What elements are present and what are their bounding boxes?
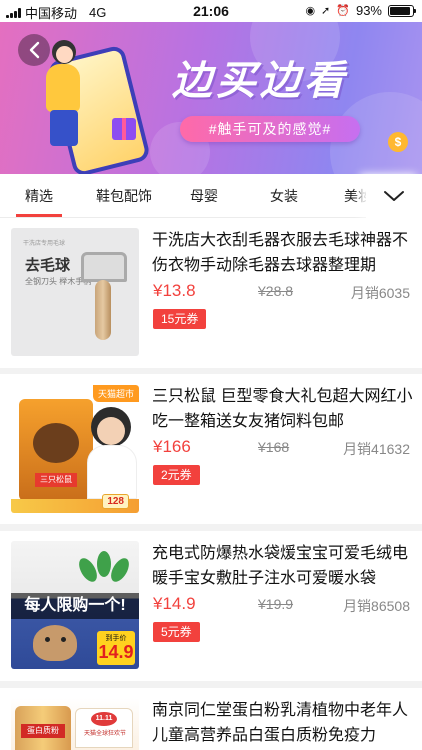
product-image[interactable]: 三只松鼠 天猫超市 128	[11, 385, 139, 513]
back-arrow-icon	[29, 41, 40, 59]
monthly-sales: 月销86508	[343, 598, 410, 614]
product-title[interactable]: 充电式防爆热水袋煖宝宝可爱毛绒电暖手宝女敷肚子注水可爱暖水袋	[152, 541, 414, 591]
tab-jingxuan[interactable]: 精选	[16, 174, 62, 218]
gift-box-icon	[112, 118, 136, 140]
monthly-sales: 月销41632	[343, 441, 410, 457]
tab-shoes-bags[interactable]: 鞋包配饰	[92, 174, 156, 218]
product-title[interactable]: 干洗店大衣刮毛器衣服去毛球神器不伤衣物手动除毛器去球器整理期	[152, 228, 414, 278]
squirrel-mascot	[33, 423, 79, 463]
bag-label: 三只松鼠	[35, 473, 77, 487]
product-image[interactable]: 干洗店专用毛球 去毛球 全钢刀头 榉木手柄	[11, 228, 139, 356]
product-image[interactable]: 每人限购一个! 到手价 14.9	[11, 541, 139, 669]
battery-level	[390, 6, 411, 15]
product-card[interactable]: 每人限购一个! 到手价 14.9 充电式防爆热水袋煖宝宝可爱毛绒电暖手宝女敷肚子…	[0, 531, 422, 681]
bear-eye	[61, 637, 66, 642]
alarm-icon: ⏰	[336, 5, 350, 17]
location-icon: ◉	[305, 5, 316, 17]
image-title: 去毛球	[25, 257, 71, 274]
tab-label: 鞋包配饰	[96, 188, 152, 204]
tab-womens-clothing[interactable]: 女装	[266, 174, 302, 218]
expand-categories-button[interactable]	[366, 174, 422, 218]
original-price: ¥19.9	[258, 596, 294, 612]
tmall-market-tag: 天猫超市	[92, 385, 139, 402]
model-body	[87, 445, 137, 499]
battery-icon	[388, 4, 416, 17]
product-image[interactable]: 蛋白质粉 11.11 天猫全球狂欢节	[11, 698, 139, 750]
product-title[interactable]: 南京同仁堂蛋白粉乳清植物中老年人儿童高营养品白蛋白质粉免疫力	[152, 698, 414, 748]
category-tab-bar: 精选 鞋包配饰 母婴 女装 美妆	[0, 174, 422, 218]
product-card[interactable]: 干洗店专用毛球 去毛球 全钢刀头 榉木手柄 干洗店大衣刮毛器衣服去毛球神器不伤衣…	[0, 218, 422, 368]
can-label: 蛋白质粉	[21, 724, 65, 738]
battery-percent: 93%	[355, 3, 382, 18]
banner-slogan: #触手可及的感觉#	[180, 116, 360, 142]
status-bar: 中国移动 4G 21:06 ◉ ➚ ⏰ 93%	[0, 0, 422, 22]
monthly-sales: 月销6035	[350, 285, 410, 301]
banner-title: 边买边看	[172, 59, 348, 103]
shopper-legs	[50, 110, 78, 146]
product-price: ¥14.9	[153, 594, 196, 613]
image-price-tag: 128	[102, 494, 129, 509]
original-price: ¥168	[258, 439, 290, 455]
tab-label: 精选	[25, 188, 53, 204]
coupon-badge[interactable]: 2元券	[153, 465, 200, 485]
coupon-badge[interactable]: 5元券	[153, 622, 200, 642]
product-price: ¥13.8	[153, 281, 196, 300]
tab-mother-baby[interactable]: 母婴	[186, 174, 222, 218]
double-eleven-logo: 11.11	[91, 712, 117, 726]
status-right: ◉ ➚ ⏰ 93%	[305, 3, 416, 18]
product-card[interactable]: 蛋白质粉 11.11 天猫全球狂欢节 南京同仁堂蛋白粉乳清植物中老年人儿童高营养…	[0, 688, 422, 750]
chevron-down-icon	[384, 191, 404, 201]
plant-decoration	[75, 547, 135, 589]
snack-bag: 三只松鼠	[19, 399, 93, 501]
image-banner: 每人限购一个!	[11, 593, 139, 619]
coupon-badge[interactable]: 15元券	[153, 309, 207, 329]
lint-remover-handle	[95, 280, 111, 340]
back-button[interactable]	[18, 34, 50, 66]
coin-icon: $	[388, 132, 408, 152]
bear-face	[33, 625, 77, 661]
original-price: ¥28.8	[258, 283, 294, 299]
product-price: ¥166	[153, 437, 191, 456]
image-price-tag: 到手价 14.9	[97, 631, 135, 665]
tab-label: 女装	[270, 188, 298, 204]
shopper-body	[46, 64, 80, 112]
logo-caption: 天猫全球狂欢节	[83, 731, 126, 737]
product-card[interactable]: 三只松鼠 天猫超市 128 三只松鼠 巨型零食大礼包超大网红小吃一整箱送女友猪饲…	[0, 374, 422, 524]
shopper-face	[56, 46, 73, 63]
lint-remover-blade	[81, 252, 127, 282]
image-caption: 干洗店专用毛球	[23, 241, 66, 247]
model-face	[97, 417, 125, 445]
image-price-value: 14.9	[98, 642, 134, 662]
product-title[interactable]: 三只松鼠 巨型零食大礼包超大网红小吃一整箱送女友猪饲料包邮	[152, 384, 414, 434]
promo-banner[interactable]: 边买边看 #触手可及的感觉# $	[0, 22, 422, 174]
direction-icon: ➚	[321, 5, 331, 17]
bear-eye	[45, 637, 50, 642]
tab-label: 母婴	[190, 188, 218, 204]
